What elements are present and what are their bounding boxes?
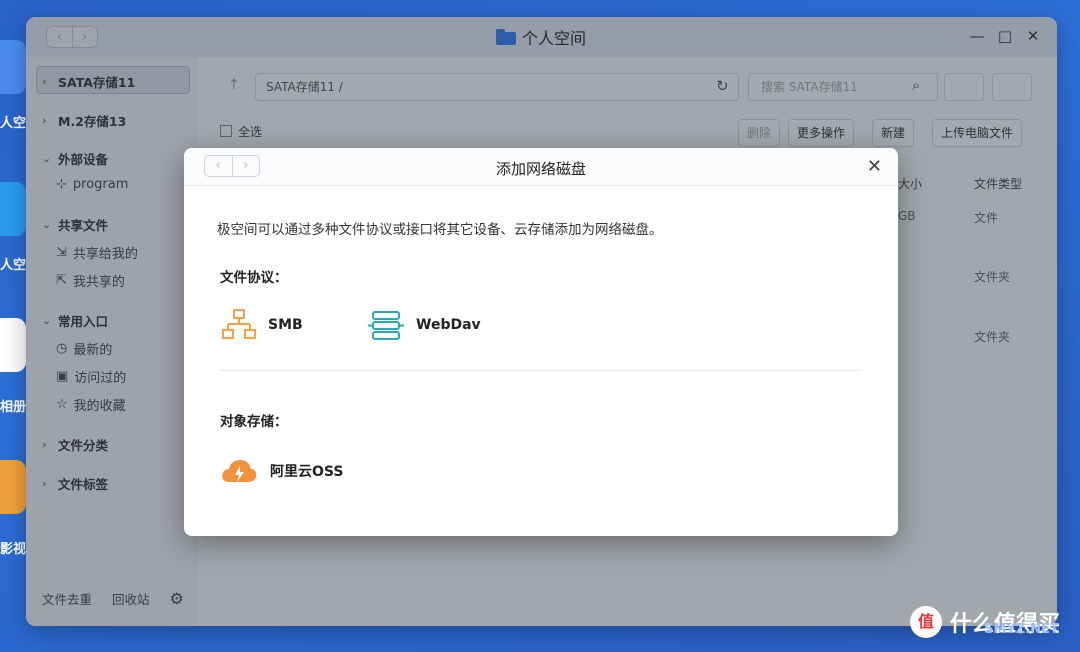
desktop-icon-video[interactable] bbox=[0, 460, 26, 514]
desktop-icon-photos[interactable] bbox=[0, 318, 26, 372]
watermark-badge: 值 bbox=[910, 606, 942, 638]
dialog-title: 添加网络磁盘 bbox=[495, 160, 586, 178]
protocols-section-title: 文件协议： bbox=[220, 270, 288, 286]
dialog-header: ‹ › 添加网络磁盘 ✕ bbox=[184, 148, 898, 186]
cloud-icon bbox=[222, 460, 257, 482]
add-network-disk-dialog: ‹ › 添加网络磁盘 ✕ 极空间可以通过多种文件协议或接口将其它设备、云存储添加… bbox=[184, 148, 898, 536]
smb-option[interactable]: SMB bbox=[222, 308, 303, 342]
server-stack-icon bbox=[368, 311, 404, 340]
network-icon bbox=[222, 309, 256, 339]
webdav-option[interactable]: WebDav bbox=[368, 308, 481, 342]
desktop-label: 相册 bbox=[0, 400, 27, 415]
aliyun-oss-label: 阿里云OSS bbox=[270, 464, 344, 480]
dialog-close-button[interactable]: ✕ bbox=[867, 156, 882, 177]
desktop-icon-shared[interactable] bbox=[0, 182, 26, 236]
section-divider bbox=[220, 370, 862, 371]
watermark-sub: SMYZ.NET bbox=[984, 622, 1059, 637]
dialog-description: 极空间可以通过多种文件协议或接口将其它设备、云存储添加为网络磁盘。 bbox=[217, 222, 663, 238]
webdav-label: WebDav bbox=[416, 317, 481, 333]
storage-section-title: 对象存储： bbox=[220, 414, 288, 430]
desktop-icon-personal[interactable] bbox=[0, 40, 26, 94]
smb-label: SMB bbox=[268, 317, 303, 333]
aliyun-oss-option[interactable]: 阿里云OSS bbox=[220, 454, 343, 488]
desktop-label: 影视 bbox=[0, 542, 27, 557]
